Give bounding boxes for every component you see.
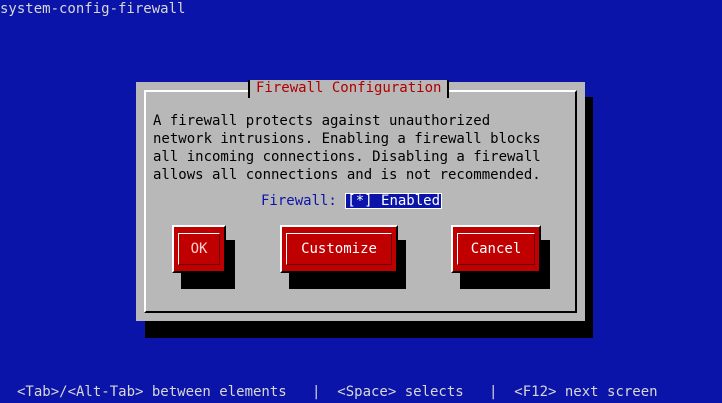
dialog-title: Firewall Configuration (248, 80, 450, 98)
firewall-enabled-checkbox[interactable]: [*] Enabled (345, 193, 443, 209)
firewall-row: Firewall: [*] Enabled (261, 193, 443, 209)
cancel-button-label: Cancel (470, 241, 522, 257)
ok-button[interactable]: OK (172, 225, 226, 273)
cancel-button[interactable]: Cancel (451, 225, 541, 273)
customize-button-label: Customize (301, 241, 377, 257)
ok-button-label: OK (190, 241, 208, 257)
status-bar: <Tab>/<Alt-Tab> between elements | <Spac… (17, 384, 658, 400)
firewall-label: Firewall: (261, 193, 337, 209)
dialog-description: A firewall protects against unauthorized… (153, 113, 541, 183)
app-title: system-config-firewall (0, 1, 186, 17)
customize-button[interactable]: Customize (280, 225, 398, 273)
